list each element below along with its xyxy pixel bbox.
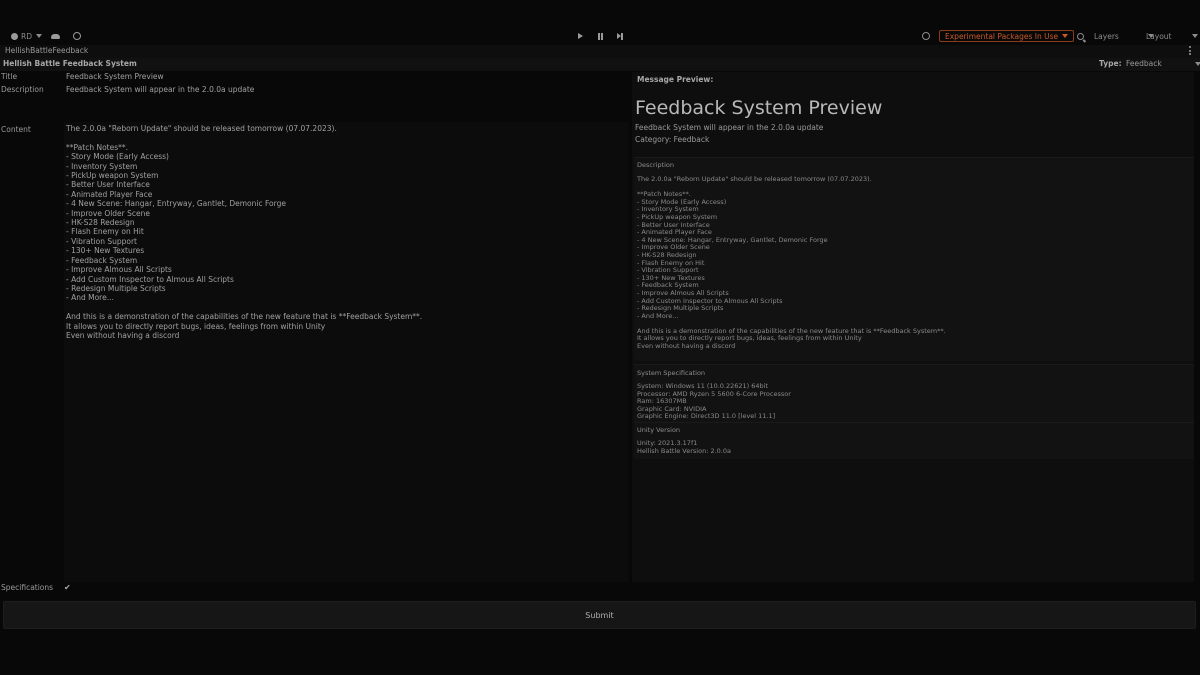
layers-label: Layers (1094, 31, 1119, 41)
description-field[interactable]: Feedback System will appear in the 2.0.0… (66, 85, 254, 94)
preview-description-text: The 2.0.0a "Reborn Update" should be rel… (637, 175, 946, 351)
submit-button[interactable]: Submit (3, 601, 1196, 629)
window-title: Hellish Battle Feedback System (3, 59, 137, 68)
account-label: RD (21, 31, 32, 41)
unity-version-text: Unity: 2021.3.17f1 Hellish Battle Versio… (637, 439, 731, 455)
chevron-down-icon (1062, 34, 1069, 38)
system-specification-box: System Specification System: Windows 11 … (634, 364, 1194, 425)
experimental-packages-button[interactable]: Experimental Packages In Use (939, 28, 1075, 44)
collab-button[interactable] (71, 28, 83, 44)
pause-icon (594, 30, 606, 42)
preview-description-box: Description The 2.0.0a "Reborn Update" s… (634, 157, 1194, 361)
specifications-checkbox[interactable]: ✔ (64, 583, 71, 592)
history-icon (920, 30, 932, 42)
account-icon (8, 30, 20, 42)
main-toolbar: RD Experimental Packages In Use Layers L… (0, 28, 1200, 44)
window-header (0, 58, 1200, 71)
unity-version-heading: Unity Version (637, 426, 681, 434)
system-specification-heading: System Specification (637, 369, 706, 377)
chevron-down-icon (36, 34, 42, 38)
search-icon (1074, 30, 1086, 42)
step-button[interactable] (614, 28, 626, 44)
unity-version-box: Unity Version Unity: 2021.3.17f1 Hellish… (634, 422, 1194, 459)
collab-icon (71, 30, 83, 42)
title-field[interactable]: Feedback System Preview (66, 72, 164, 81)
preview-title: Feedback System Preview (635, 97, 883, 119)
pause-button[interactable] (594, 28, 606, 44)
type-select[interactable]: Feedback (1126, 59, 1162, 68)
type-label: Type: (1099, 59, 1122, 68)
specifications-label: Specifications (1, 583, 54, 592)
system-specification-text: System: Windows 11 (10.0.22621) 64bit Pr… (637, 382, 791, 421)
account-dropdown[interactable]: RD (8, 28, 42, 44)
experimental-packages-label: Experimental Packages In Use (945, 31, 1059, 41)
play-icon (574, 30, 586, 42)
description-label: Description (1, 85, 44, 94)
play-button[interactable] (574, 28, 586, 44)
cloud-button[interactable] (49, 28, 61, 44)
cloud-icon (49, 30, 61, 42)
layout-dropdown[interactable]: Layout (1142, 28, 1198, 44)
content-label: Content (1, 125, 31, 134)
step-icon (614, 30, 626, 42)
chevron-down-icon (1192, 34, 1198, 38)
submit-label: Submit (585, 610, 614, 620)
preview-category: Category: Feedback (635, 135, 710, 144)
content-text: The 2.0.0a "Reborn Update" should be rel… (66, 124, 423, 340)
preview-description-heading: Description (637, 161, 675, 169)
more-options-icon[interactable] (1189, 46, 1192, 57)
chevron-down-icon[interactable] (1195, 62, 1200, 66)
window-tab-bar (0, 45, 1200, 59)
message-preview-label: Message Preview: (637, 75, 714, 84)
tab-hellish-battle-feedback[interactable]: HellishBattleFeedback (5, 46, 88, 55)
title-label: Title (1, 72, 18, 81)
search-button[interactable] (1074, 28, 1086, 44)
layout-label: Layout (1146, 31, 1172, 41)
undo-history-button[interactable] (920, 28, 932, 44)
preview-description: Feedback System will appear in the 2.0.0… (635, 123, 824, 132)
